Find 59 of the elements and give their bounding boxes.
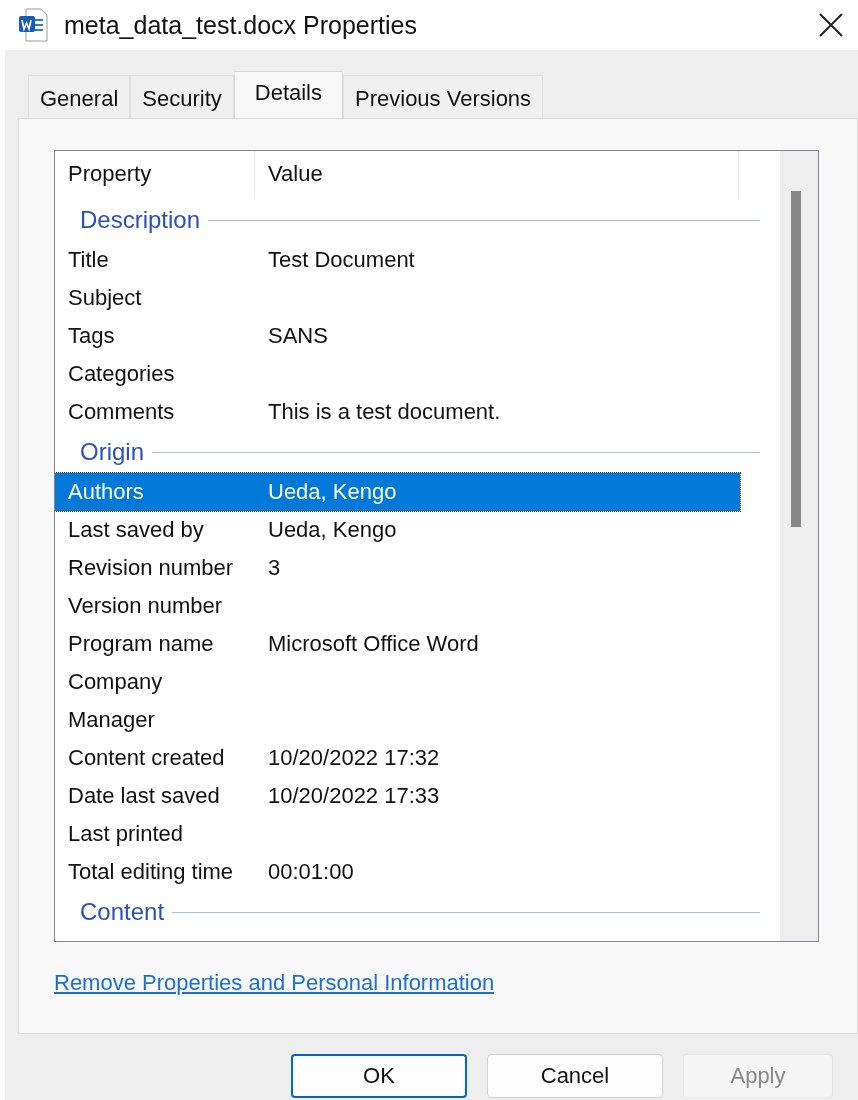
tab[interactable]: Details (233, 71, 343, 118)
property-name: Comments (68, 399, 176, 425)
list-row[interactable]: Categories (55, 355, 740, 393)
property-value: Test Document (268, 247, 415, 273)
document-icon (18, 8, 48, 42)
list-row[interactable]: Company (55, 663, 740, 701)
property-value: Microsoft Office Word (268, 631, 479, 657)
property-value: 10/20/2022 17:33 (268, 783, 440, 809)
property-name: Subject (68, 285, 143, 311)
property-value: 10/20/2022 17:32 (268, 745, 440, 771)
list-row[interactable]: Last saved by Ueda, Kengo (55, 511, 740, 549)
dialog-button[interactable]: Cancel (487, 1054, 663, 1098)
property-name: Total editing time (68, 859, 235, 885)
group-heading: Description (80, 206, 201, 234)
close-icon[interactable] (818, 12, 844, 38)
property-name: Content created (68, 745, 226, 771)
list-row[interactable]: Revision number 3 (55, 549, 740, 587)
property-value: Ueda, Kengo (268, 479, 397, 505)
list-row[interactable]: Subject (55, 279, 740, 317)
list-row[interactable]: Authors Ueda, Kengo (55, 473, 740, 511)
property-name: Program name (68, 631, 215, 657)
window-title: meta_data_test.docx Properties (64, 10, 418, 40)
property-value: 3 (268, 555, 281, 581)
tab[interactable]: Security (130, 75, 234, 118)
property-name: Authors (68, 479, 145, 505)
list-row[interactable]: Total editing time 00:01:00 (55, 853, 740, 891)
list-row[interactable]: Tags SANS (55, 317, 740, 355)
list-row[interactable]: Manager (55, 701, 740, 739)
scrollbar-thumb[interactable] (791, 191, 801, 527)
property-value: 00:01:00 (268, 859, 354, 885)
list-row[interactable]: Date last saved 10/20/2022 17:33 (55, 777, 740, 815)
property-name: Title (68, 247, 110, 273)
property-value: Ueda, Kengo (268, 517, 397, 543)
list-row[interactable]: Version number (55, 587, 740, 625)
list-row[interactable]: Title Test Document (55, 241, 740, 279)
property-name: Manager (68, 707, 156, 733)
property-name: Tags (68, 323, 116, 349)
property-name: Last saved by (68, 517, 205, 543)
list-row[interactable]: Comments This is a test document. (55, 393, 740, 431)
property-name: Last printed (68, 821, 184, 847)
group-heading: Origin (80, 438, 145, 466)
property-value: SANS (268, 323, 328, 349)
column-header[interactable]: Value (255, 151, 739, 199)
remove-properties-link[interactable]: Remove Properties and Personal Information (54, 970, 495, 996)
property-name: Revision number (68, 555, 235, 581)
property-value: This is a test document. (268, 399, 501, 425)
column-header[interactable]: Property (55, 151, 255, 199)
dialog-button[interactable]: OK (291, 1054, 467, 1098)
list-row[interactable]: Last printed (55, 815, 740, 853)
group-heading: Content (80, 898, 165, 926)
tab[interactable]: Previous Versions (343, 75, 544, 118)
property-name: Date last saved (68, 783, 221, 809)
property-name: Company (68, 669, 164, 695)
property-name: Categories (68, 361, 176, 387)
list-row[interactable]: Program name Microsoft Office Word (55, 625, 740, 663)
list-row[interactable]: Content created 10/20/2022 17:32 (55, 739, 740, 777)
tab[interactable]: General (28, 75, 131, 118)
property-name: Version number (68, 593, 224, 619)
scrollbar[interactable] (780, 151, 818, 941)
